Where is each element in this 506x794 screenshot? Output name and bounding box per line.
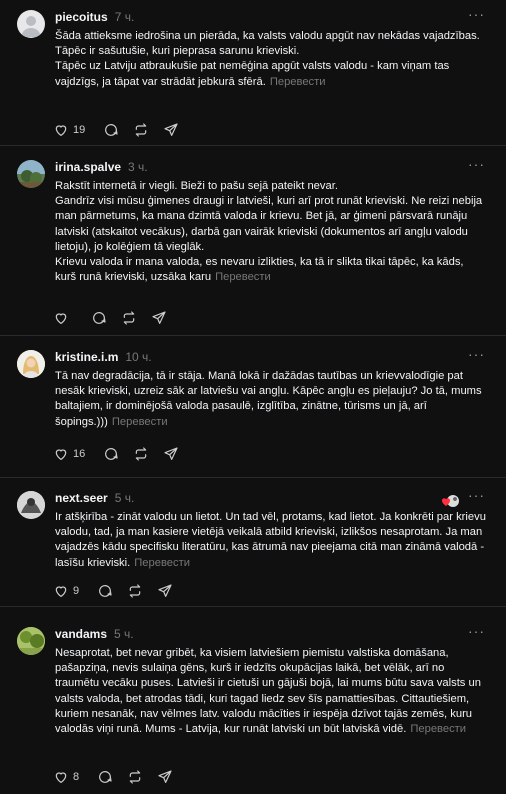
post-text: Rakstīt internetā ir viegli. Bieži to pa… [55,179,487,285]
username[interactable]: kristine.i.m [55,350,118,364]
share-icon [164,447,178,460]
translate-link[interactable]: Перевести [112,416,168,428]
avatar[interactable] [17,491,45,519]
repost-button[interactable] [127,769,143,785]
paragraph: Šāda attieksme iedrošina un pierāda, ka … [55,30,480,42]
comment-button[interactable] [103,122,119,138]
heart-icon [55,125,67,137]
post-text: Ir atšķirība - zināt valodu un lietot. U… [55,510,487,571]
timestamp[interactable]: 5 ч. [114,627,134,641]
like-button[interactable]: 16 [53,446,89,462]
share-button[interactable] [157,769,173,785]
timestamp[interactable]: 7 ч. [115,10,135,24]
avatar[interactable] [17,160,45,188]
post-text: Šāda attieksme iedrošina un pierāda, ka … [55,29,487,90]
post: irina.spalve 3 ч. ··· Rakstīt internetā … [0,150,506,336]
action-bar: 16 [53,445,179,463]
comment-button[interactable] [103,446,119,462]
share-button[interactable] [151,310,167,326]
share-icon [164,123,178,136]
timestamp[interactable]: 3 ч. [128,160,148,174]
like-count: 8 [73,771,80,783]
repost-icon [129,770,141,784]
comment-icon [105,448,118,460]
action-bar: 8 [53,768,173,786]
action-bar: 9 [53,582,173,600]
translate-link[interactable]: Перевести [410,723,466,735]
like-button[interactable]: 19 [53,122,89,138]
share-icon [158,584,172,597]
post-header: irina.spalve 3 ч. [55,160,148,178]
avatar[interactable] [17,350,45,378]
comment-icon [99,771,112,783]
post: kristine.i.m 10 ч. ··· Tā nav degradācij… [0,340,506,478]
post: piecoitus 7 ч. ··· Šāda attieksme iedroš… [0,0,506,146]
timestamp[interactable]: 10 ч. [125,350,151,364]
comment-icon [93,312,106,324]
share-button[interactable] [163,122,179,138]
comment-button[interactable] [91,310,107,326]
paragraph: Nesaprotat, bet nevar gribēt, ka visiem … [55,647,481,736]
repost-icon [129,584,141,598]
repost-icon [123,311,135,325]
repost-icon [135,447,147,461]
more-icon[interactable]: ··· [468,623,485,639]
like-count: 19 [73,124,86,136]
repost-icon [135,123,147,137]
paragraph: Gandrīz visi mūsu ģimenes draugi ir latv… [55,195,483,253]
repost-button[interactable] [133,446,149,462]
comment-icon [99,585,112,597]
comment-button[interactable] [97,583,113,599]
post: next.seer 5 ч. ··· Ir atšķirība - zināt … [0,481,506,607]
action-bar [53,309,167,327]
more-icon[interactable]: ··· [468,156,485,172]
more-icon[interactable]: ··· [468,6,485,22]
post-text: Tā nav degradācija, tā ir stāja. Manā lo… [55,369,487,430]
paragraph: Tā nav degradācija, tā ir stāja. Manā lo… [55,370,482,428]
translate-link[interactable]: Перевести [215,271,271,283]
paragraph: Rakstīt internetā ir viegli. Bieži to pa… [55,180,338,192]
paragraph: Ir atšķirība - zināt valodu un lietot. U… [55,511,486,569]
heart-icon [55,449,67,461]
translate-link[interactable]: Перевести [270,76,326,88]
post-header: piecoitus 7 ч. [55,10,134,28]
heart-icon [55,772,67,784]
username[interactable]: vandams [55,627,107,641]
like-count: 9 [73,585,80,597]
paragraph: Tāpēc uz Latviju atbraukušie pat nemēģin… [55,60,450,88]
comment-icon [105,124,118,136]
like-button[interactable] [53,310,77,326]
action-bar: 19 [53,121,179,139]
share-button[interactable] [157,583,173,599]
liked-by-author-icon [441,495,459,507]
repost-button[interactable] [121,310,137,326]
comment-button[interactable] [97,769,113,785]
avatar[interactable] [17,627,45,655]
post-header: kristine.i.m 10 ч. [55,350,152,368]
timestamp[interactable]: 5 ч. [115,491,135,505]
username[interactable]: irina.spalve [55,160,121,174]
post-header: vandams 5 ч. [55,627,134,645]
share-button[interactable] [163,446,179,462]
repost-button[interactable] [127,583,143,599]
more-icon[interactable]: ··· [468,346,485,362]
share-icon [158,770,172,783]
heart-icon [55,586,67,598]
like-button[interactable]: 9 [53,583,83,599]
share-icon [152,311,166,324]
translate-link[interactable]: Перевести [134,557,190,569]
username[interactable]: piecoitus [55,10,108,24]
username[interactable]: next.seer [55,491,108,505]
heart-icon [55,313,67,325]
post-text: Nesaprotat, bet nevar gribēt, ka visiem … [55,646,487,737]
avatar[interactable] [17,10,45,38]
like-button[interactable]: 8 [53,769,83,785]
more-icon[interactable]: ··· [468,487,485,503]
like-count: 16 [73,448,86,460]
post: vandams 5 ч. ··· Nesaprotat, bet nevar g… [0,617,506,794]
post-header: next.seer 5 ч. [55,491,134,509]
repost-button[interactable] [133,122,149,138]
paragraph: Tāpēc ir sašutušie, kuri pieprasa sarunu… [55,45,300,58]
paragraph: Krievu valoda ir mana valoda, es nevaru … [55,256,464,284]
